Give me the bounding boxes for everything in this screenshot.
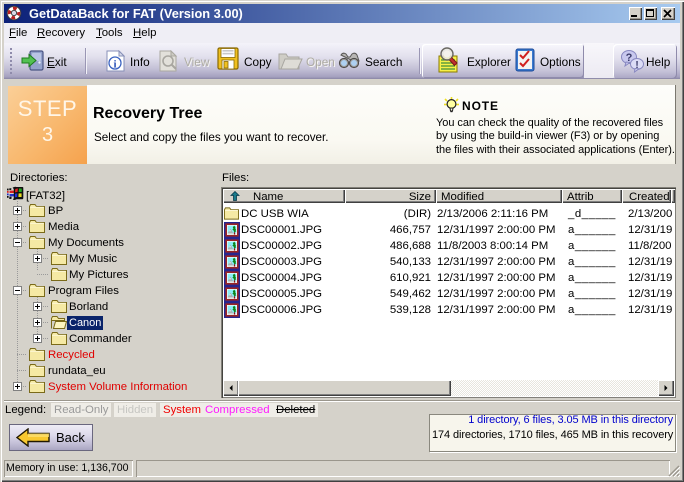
svg-text:!: ! (635, 60, 638, 71)
svg-text:i: i (113, 59, 116, 71)
